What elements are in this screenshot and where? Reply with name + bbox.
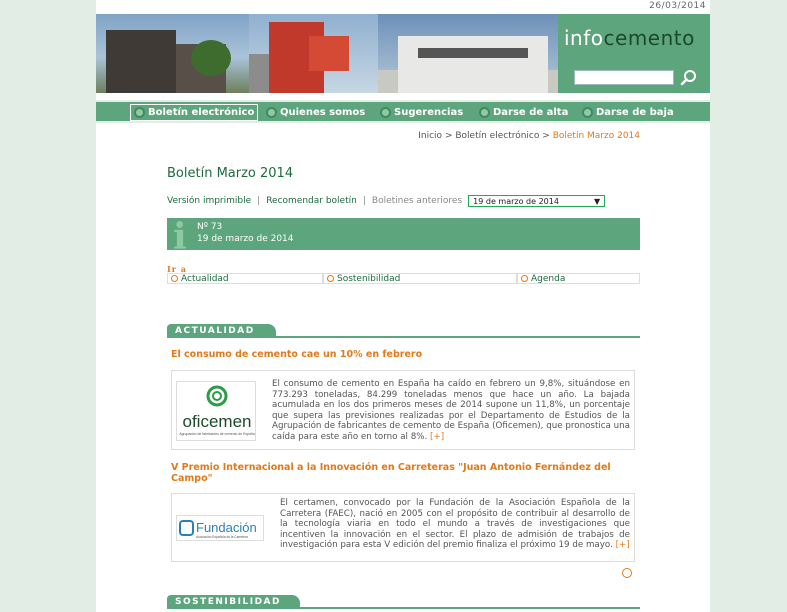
banner-photo-building-2 xyxy=(249,14,378,93)
breadcrumb-separator: > xyxy=(542,131,550,141)
back-to-top-icon[interactable] xyxy=(622,568,632,578)
banner-photo-building-1 xyxy=(96,14,249,93)
nav-item-darse-de-baja[interactable]: Darse de baja xyxy=(582,104,674,121)
page-title: Boletín Marzo 2014 xyxy=(167,166,294,181)
read-more-link[interactable]: [+] xyxy=(430,432,444,442)
news-title-link[interactable]: El consumo de cemento cae un 10% en febr… xyxy=(171,349,621,360)
print-version-link[interactable]: Versión imprimible xyxy=(167,196,251,206)
fundacion-logo: Fundación Asociación Española de la Carr… xyxy=(176,515,264,541)
nav-bullet-icon xyxy=(380,107,391,118)
breadcrumb-separator: > xyxy=(444,131,453,141)
recommend-link[interactable]: Recomendar boletín xyxy=(266,196,357,206)
breadcrumb-parent[interactable]: Boletín electrónico xyxy=(455,131,539,141)
dropdown-arrow-icon: ▼ xyxy=(594,196,601,206)
nav-bullet-icon xyxy=(582,107,593,118)
nav-item-quienes-somos[interactable]: Quienes somos xyxy=(266,104,365,121)
banner-photo-building-3 xyxy=(378,14,558,93)
news-summary: El consumo de cemento en España ha caído… xyxy=(272,379,630,442)
nav-label: Darse de baja xyxy=(596,107,674,118)
nav-label: Quienes somos xyxy=(280,107,366,118)
oficemen-logo: oficemen Agrupación de fabricantes de ce… xyxy=(176,381,256,441)
bulletin-toolbar: Versión imprimible | Recomendar boletín … xyxy=(167,195,606,207)
search-input[interactable] xyxy=(574,70,674,85)
brand-panel: infocemento xyxy=(558,14,710,93)
nav-item-boletin[interactable]: Boletín electrónico xyxy=(130,104,259,121)
nav-bullet-icon xyxy=(266,107,277,118)
news-title-link[interactable]: V Premio Internacional a la Innovación e… xyxy=(171,462,621,484)
nav-label: Boletín electrónico xyxy=(148,107,255,118)
news-card: oficemen Agrupación de fabricantes de ce… xyxy=(171,370,635,450)
nav-label: Sugerencias xyxy=(394,107,464,118)
breadcrumb-current: Boletín Marzo 2014 xyxy=(552,131,640,141)
section-title: ACTUALIDAD xyxy=(167,324,276,338)
svg-text:Agrupación de fabricantes de c: Agrupación de fabricantes de cemento de … xyxy=(179,432,254,436)
goto-link-sostenibilidad[interactable]: Sostenibilidad xyxy=(323,273,517,284)
bullet-icon xyxy=(521,275,528,282)
news-summary: El certamen, convocado por la Fundación … xyxy=(280,498,630,550)
section-header-sostenibilidad: SOSTENIBILIDAD xyxy=(167,594,640,609)
nav-item-sugerencias[interactable]: Sugerencias xyxy=(380,104,463,121)
goto-link-agenda[interactable]: Agenda xyxy=(517,273,640,284)
nav-bullet-icon xyxy=(134,107,145,118)
issue-number: Nº 73 xyxy=(197,222,223,232)
info-icon: i xyxy=(173,216,187,258)
bullet-icon xyxy=(171,275,178,282)
section-title: SOSTENIBILIDAD xyxy=(167,595,300,609)
svg-text:oficemen: oficemen xyxy=(183,412,252,431)
goto-link-actualidad[interactable]: Actualidad xyxy=(167,273,323,284)
logo-light-text: info xyxy=(564,26,604,50)
page-container: 26/03/2014 infocemento Boletín electróni… xyxy=(96,0,710,612)
nav-item-darse-de-alta[interactable]: Darse de alta xyxy=(479,104,568,121)
section-header-actualidad: ACTUALIDAD xyxy=(167,323,640,338)
svg-text:Fundación: Fundación xyxy=(196,520,257,535)
header-banner: infocemento xyxy=(96,14,710,93)
bullet-icon xyxy=(327,275,334,282)
goto-links: Actualidad Sostenibilidad Agenda xyxy=(167,273,640,284)
breadcrumb: Inicio > Boletín electrónico > Boletín M… xyxy=(418,131,640,141)
header-date: 26/03/2014 xyxy=(649,1,706,11)
main-nav: Boletín electrónico Quienes somos Sugere… xyxy=(96,100,710,123)
issue-banner: i Nº 73 19 de marzo de 2014 xyxy=(167,216,640,258)
issue-date: 19 de marzo de 2014 xyxy=(197,234,294,244)
previous-bulletins-label: Boletines anteriores xyxy=(371,196,463,206)
site-logo[interactable]: infocemento xyxy=(564,26,695,50)
svg-text:Asociación Española de la Carr: Asociación Española de la Carretera xyxy=(196,535,248,539)
nav-bullet-icon xyxy=(479,107,490,118)
fundacion-symbol-icon: Fundación Asociación Española de la Carr… xyxy=(179,520,257,539)
news-card: Fundación Asociación Española de la Carr… xyxy=(171,493,635,562)
logo-bold-text: cemento xyxy=(603,26,695,50)
nav-label: Darse de alta xyxy=(493,107,569,118)
oficemen-symbol-icon: oficemen Agrupación de fabricantes de ce… xyxy=(179,385,255,436)
search-icon[interactable] xyxy=(680,69,698,87)
breadcrumb-home[interactable]: Inicio xyxy=(418,131,442,141)
issue-select[interactable]: 19 de marzo de 2014 ▼ xyxy=(468,195,606,207)
read-more-link[interactable]: [+] xyxy=(616,540,630,550)
issue-select-value: 19 de marzo de 2014 xyxy=(473,196,559,206)
